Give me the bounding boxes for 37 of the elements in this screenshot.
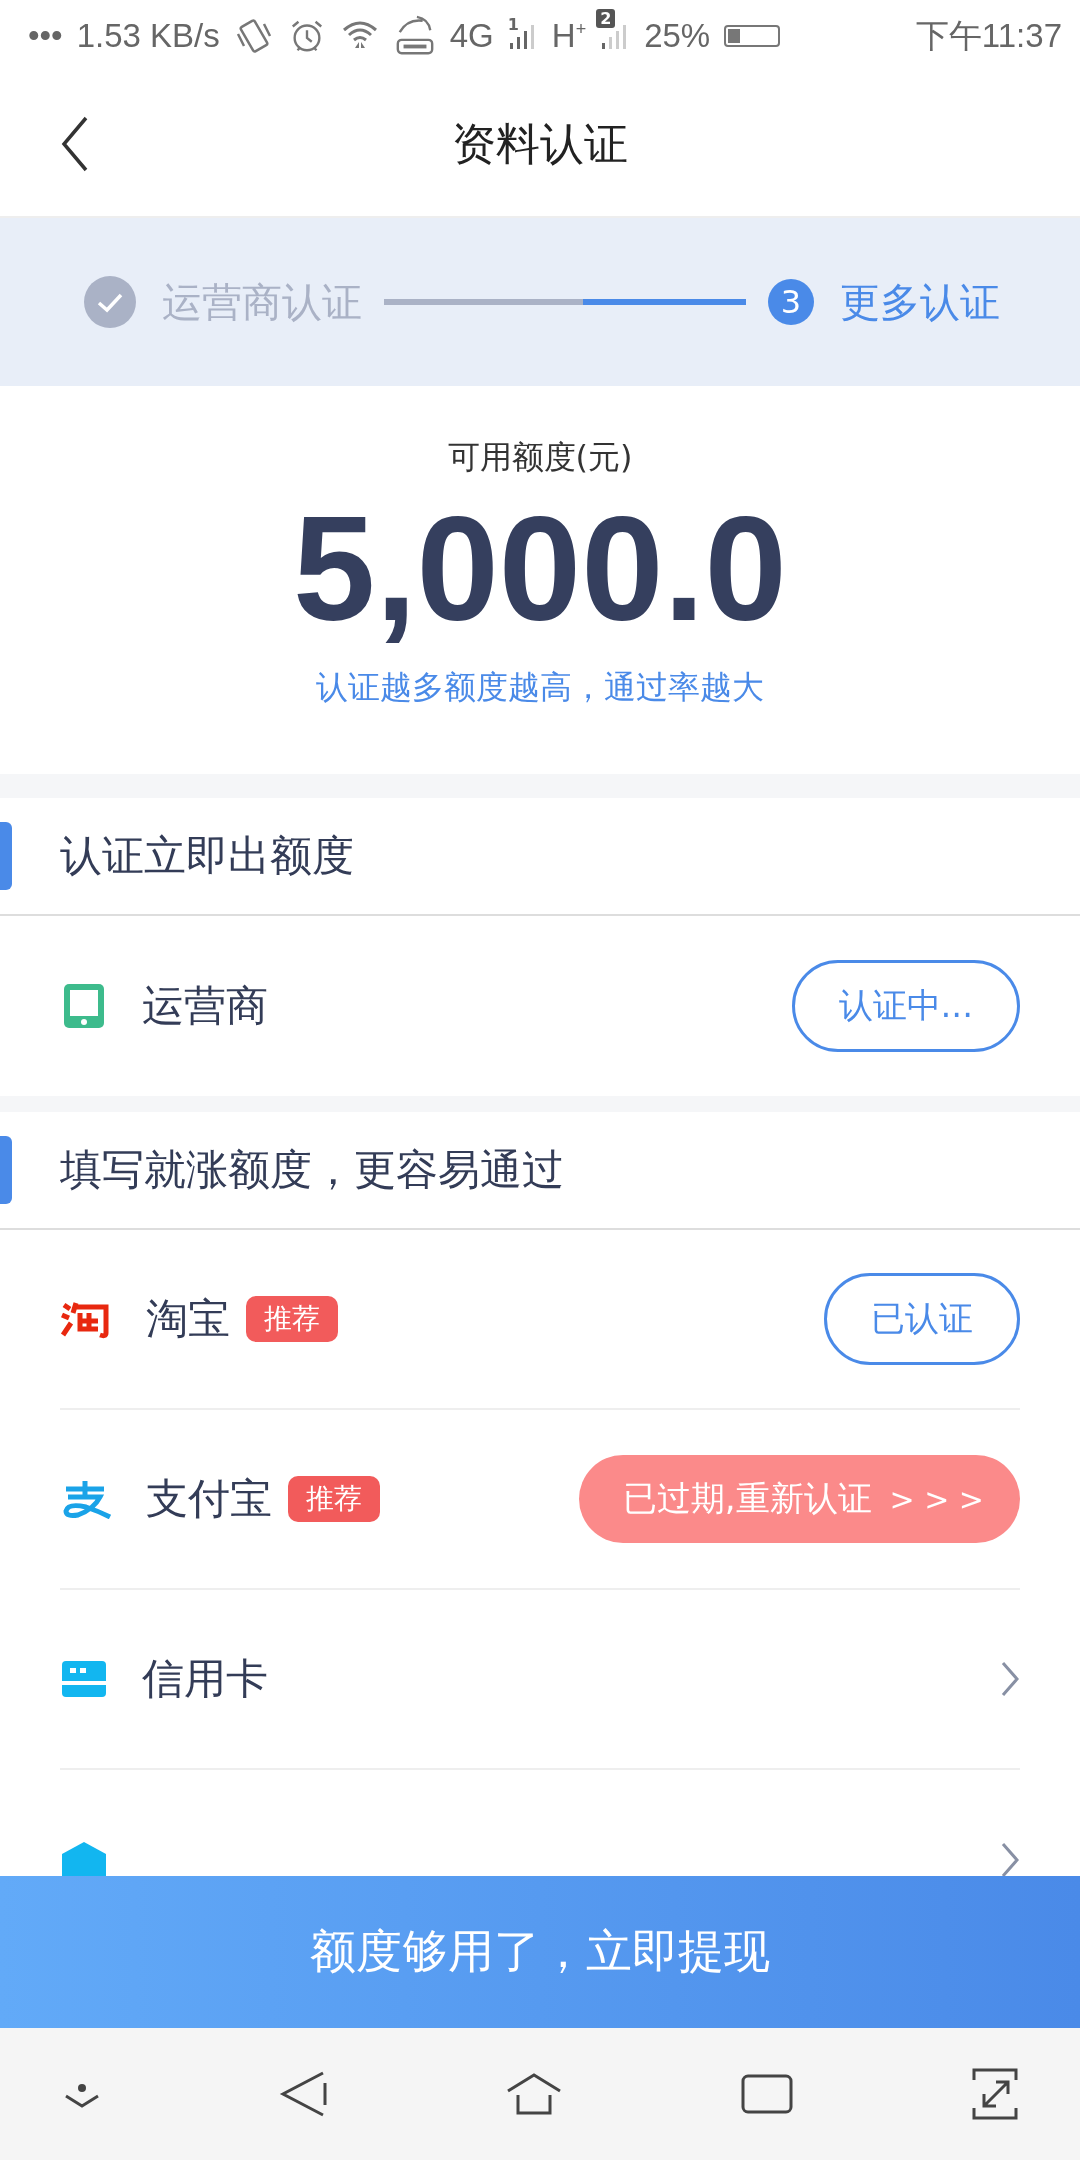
clock-time: 下午11:37 [915,15,1062,56]
battery-percent: 25% [644,17,711,55]
withdraw-button[interactable]: 额度够用了，立即提现 [0,1876,1080,2028]
reverify-button[interactable]: 已过期,重新认证 > > > [578,1455,1020,1543]
more-dots: ••• [28,17,63,55]
sim-label: 1 [507,15,519,34]
quota-label: 可用额度(元) [447,437,633,478]
card-icon [60,1659,108,1699]
section-title: 填写就涨额度，更容易通过 [60,1144,564,1196]
quota-amount: 5,000.0 [293,485,787,653]
section-marker [0,822,12,890]
page-title: 资料认证 [452,116,628,171]
network-type: H$^{+}$ [551,17,587,55]
item-name: 信用卡 [142,1653,268,1705]
section-marker [0,1136,12,1204]
step-label: 运营商认证 [162,277,362,327]
step-number: 3 [768,279,814,325]
quota-hint: 认证越多额度越高，通过率越大 [316,666,764,708]
chevron-right-icon[interactable] [1000,1842,1020,1876]
back-icon[interactable] [60,116,90,172]
network-speed: 1.53 KB/s [76,17,220,55]
verified-button[interactable]: 已认证 [824,1273,1020,1365]
item-name: 支付宝 [146,1473,272,1525]
sim-badge: 2 [596,9,616,28]
section-title: 认证立即出额度 [60,830,354,882]
recommend-badge: 推荐 [246,1296,338,1342]
back-nav-icon[interactable] [279,2069,329,2119]
item-name: 运营商 [142,980,268,1032]
recents-nav-icon[interactable] [739,2072,795,2116]
item-name: 淘宝 [146,1293,230,1345]
expand-nav-icon[interactable] [970,2066,1020,2122]
network-type: 4G [449,17,494,55]
chevron-right-icon[interactable] [1000,1661,1020,1697]
battery-icon [724,25,781,47]
verifying-button[interactable]: 认证中... [791,960,1020,1052]
recommend-badge: 推荐 [288,1476,380,1522]
step-label: 更多认证 [840,277,1000,327]
